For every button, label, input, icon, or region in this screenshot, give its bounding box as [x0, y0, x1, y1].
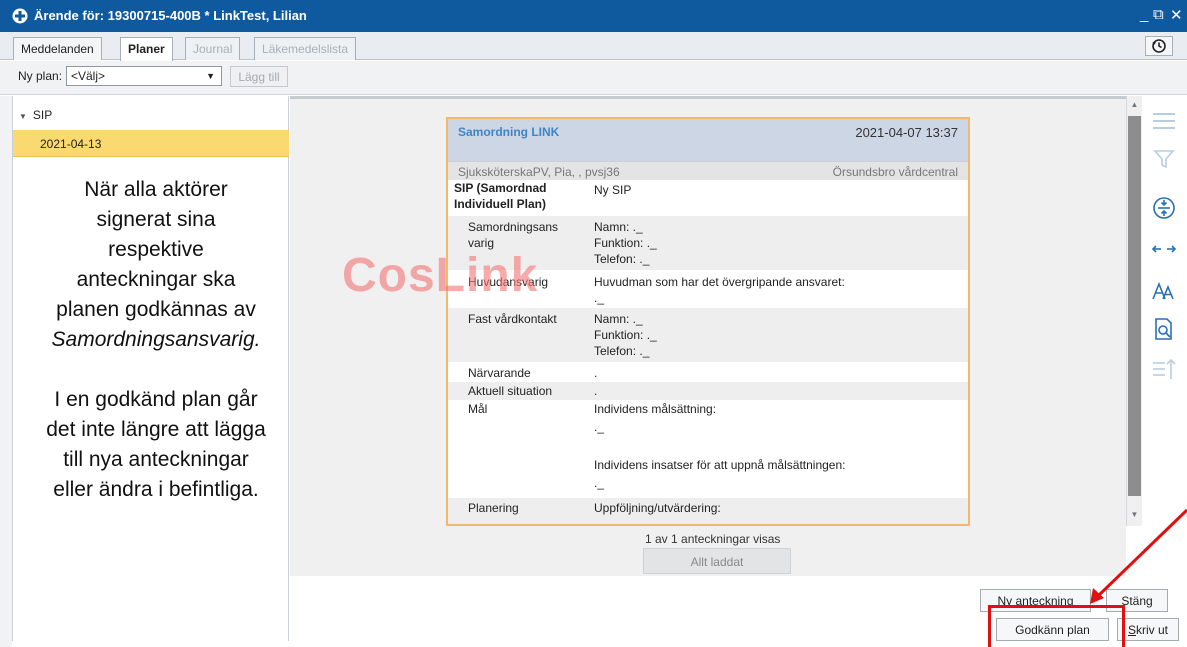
annotation-line: till nya anteckningar: [63, 448, 249, 471]
row-key: Fast vårdkontakt: [468, 312, 557, 326]
row-value: ._: [594, 476, 605, 490]
instruction-annotation: När alla aktörer signerat sina respektiv…: [38, 175, 274, 505]
window-left-edge: [0, 96, 12, 647]
plan-type-select[interactable]: <Välj> ▼: [66, 66, 222, 86]
right-toolbar: [1142, 96, 1187, 396]
row-value: Namn: ._: [594, 312, 643, 326]
plan-toolbar: Ny plan: <Välj> ▼ Lägg till: [0, 61, 1187, 95]
tree-group-label: SIP: [32, 108, 53, 122]
close-window-button[interactable]: ✕: [1170, 6, 1183, 24]
annotation-line: respektive: [108, 238, 204, 261]
row-value: ._: [594, 420, 605, 434]
row-value: ._: [594, 291, 605, 305]
row-value: Telefon: ._: [594, 252, 650, 266]
restore-button[interactable]: ⧉: [1153, 6, 1164, 23]
annotation-line: eller ändra i befintliga.: [53, 478, 259, 501]
note-row-mal: Mål Individens målsättning: ._ Individen…: [448, 400, 968, 498]
tab-meddelanden[interactable]: Meddelanden: [13, 37, 102, 60]
note-place: Örsundsbro vårdcentral: [832, 165, 958, 179]
row-value: Individens insatser för att uppnå målsät…: [594, 458, 846, 472]
note-header: Samordning LINK 2021-04-07 13:37: [448, 119, 968, 161]
filter-icon: [1148, 144, 1180, 174]
tree-item-plan-date[interactable]: 2021-04-13: [13, 130, 289, 157]
annotation-line: I en godkänd plan går: [54, 388, 258, 411]
row-key: Aktuell situation: [468, 384, 553, 398]
annotation-role: Samordningsansvarig.: [51, 328, 261, 351]
scroll-down-icon[interactable]: ▼: [1129, 510, 1140, 522]
row-value: Uppföljning/utvärdering:: [594, 501, 721, 515]
row-value: Huvudman som har det övergripande ansvar…: [594, 275, 845, 289]
print-button[interactable]: Skriv ut: [1117, 618, 1179, 641]
all-loaded-button: Allt laddat: [643, 548, 791, 574]
tab-lakemedelslista: Läkemedelslista: [254, 37, 357, 60]
preview-search-icon[interactable]: [1148, 314, 1180, 344]
scroll-up-icon[interactable]: ▲: [1129, 100, 1140, 112]
tree-group-sip[interactable]: ▼ SIP: [19, 108, 52, 122]
widen-icon[interactable]: [1148, 234, 1180, 264]
row-key: SIP (Samordnad: [454, 181, 547, 195]
annotation-line: anteckningar ska: [76, 268, 236, 291]
note-title: Samordning LINK: [458, 125, 560, 139]
row-value: Namn: ._: [594, 220, 643, 234]
row-key: Individuell Plan): [454, 197, 547, 211]
title-bar: Ärende för: 19300715-400B * LinkTest, Li…: [0, 0, 1187, 32]
tab-bar: Meddelanden Planer Journal Läkemedelslis…: [0, 32, 1187, 61]
row-key: Mål: [468, 402, 488, 416]
tab-journal: Journal: [185, 37, 241, 60]
window-title: Ärende för: 19300715-400B * LinkTest, Li…: [34, 8, 307, 23]
app-logo-icon: [12, 8, 28, 24]
annotation-line: När alla aktörer: [84, 178, 228, 201]
menu-lines-icon: [1148, 106, 1180, 136]
row-value: Ny SIP: [594, 183, 632, 197]
row-key: Samordningsans: [468, 220, 559, 234]
row-value: Telefon: ._: [594, 344, 650, 358]
notes-count: 1 av 1 anteckningar visas: [645, 532, 781, 546]
row-key: Närvarande: [468, 366, 531, 380]
collapse-triangle-icon[interactable]: ▼: [19, 112, 27, 121]
row-value: Individens målsättning:: [594, 402, 717, 416]
note-row-planering: Planering Uppföljning/utvärdering:: [448, 498, 968, 524]
note-row-aktuell-situation: Aktuell situation .: [448, 382, 968, 400]
new-plan-label: Ny plan:: [18, 69, 63, 83]
note-card[interactable]: Samordning LINK 2021-04-07 13:37 Sjukskö…: [446, 117, 970, 526]
history-button[interactable]: [1145, 36, 1173, 56]
row-value: .: [594, 366, 598, 380]
minimize-button[interactable]: _: [1140, 6, 1148, 23]
note-row-sip: SIP (Samordnad Individuell Plan) Ny SIP: [448, 180, 968, 216]
add-plan-button: Lägg till: [230, 66, 288, 87]
history-icon: [1152, 39, 1166, 53]
row-key: Planering: [468, 501, 519, 515]
note-timestamp: 2021-04-07 13:37: [855, 125, 958, 140]
tab-planer[interactable]: Planer: [120, 37, 173, 61]
dropdown-arrow-icon: ▼: [206, 71, 215, 81]
font-size-icon[interactable]: [1148, 276, 1180, 306]
row-value: Funktion: ._: [594, 328, 657, 342]
print-label: kriv ut: [1136, 623, 1169, 637]
watermark-logo: CosLink: [342, 249, 539, 302]
plan-type-value: <Välj>: [71, 69, 106, 83]
row-value: Funktion: ._: [594, 236, 657, 250]
highlight-box: [988, 605, 1125, 647]
note-row-fast-vardkontakt: Fast vårdkontakt Namn: ._ Funktion: ._ Tel…: [448, 308, 968, 362]
annotation-line: det inte längre att lägga: [46, 418, 266, 441]
annotation-line: planen godkännas av: [56, 298, 256, 321]
note-author: SjuksköterskaPV, Pia, , pvsj36: [458, 165, 620, 179]
print-mnemonic: S: [1127, 623, 1136, 637]
sort-up-icon: [1148, 354, 1180, 384]
note-row-narvarande: Närvarande .: [448, 362, 968, 382]
row-value: .: [594, 384, 598, 398]
annotation-line: signerat sina: [96, 208, 216, 231]
note-author-row: SjuksköterskaPV, Pia, , pvsj36 Örsundsbr…: [448, 161, 968, 180]
notes-scrollbar[interactable]: ▲ ▼: [1126, 96, 1142, 526]
scroll-thumb[interactable]: [1128, 116, 1141, 496]
expand-collapse-icon[interactable]: [1148, 193, 1180, 223]
